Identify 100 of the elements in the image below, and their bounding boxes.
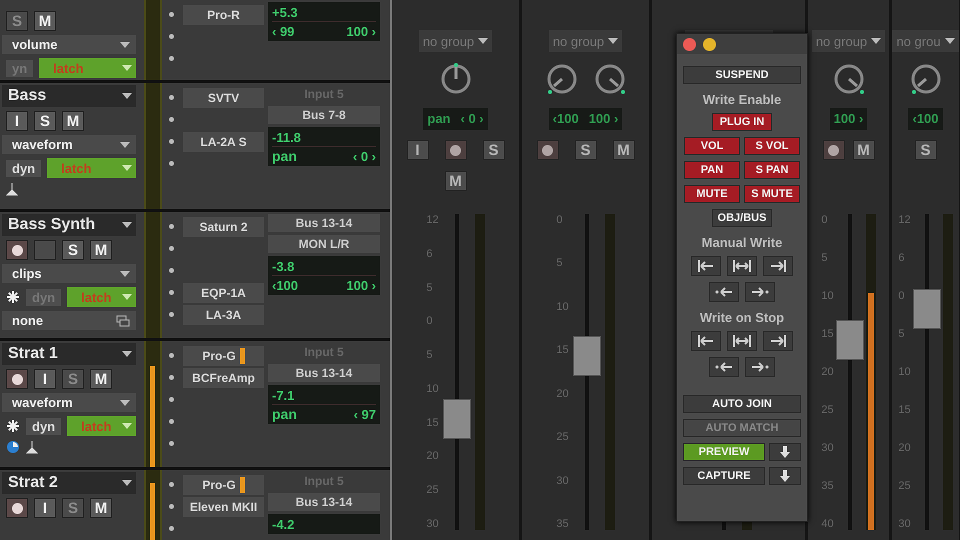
io-selector[interactable]: Bus 13-14 (268, 493, 380, 511)
m-button[interactable]: M (444, 171, 466, 191)
plugin-slot[interactable]: EQP-1A (183, 282, 264, 302)
s-button[interactable]: S (62, 240, 84, 260)
track-name: Bass Synth (8, 216, 96, 234)
auto-join-button[interactable]: AUTO JOIN (683, 395, 801, 413)
track-name-field[interactable]: Bass (2, 85, 136, 107)
down-arrow-button[interactable] (769, 443, 801, 461)
track-name-field[interactable]: Strat 1 (2, 343, 136, 365)
pan-value: ‹ 0 › (352, 148, 376, 164)
write-mode-button[interactable] (763, 256, 793, 276)
i-button[interactable]: I (406, 140, 428, 160)
caret-icon (608, 38, 618, 44)
write-mode-button[interactable] (709, 282, 739, 302)
s-button[interactable]: S (482, 140, 504, 160)
fader-handle[interactable] (836, 320, 864, 360)
plugin-slot[interactable]: LA-2A S (183, 132, 264, 152)
caret-icon (120, 400, 130, 406)
m-button[interactable]: M (34, 11, 56, 31)
down-arrow-button[interactable] (769, 467, 801, 485)
m-button[interactable]: M (90, 498, 112, 518)
fader-handle[interactable] (912, 288, 941, 329)
write-mode-button[interactable] (709, 357, 739, 377)
view-dropdown[interactable]: volume (2, 35, 136, 54)
record-button[interactable] (822, 140, 844, 160)
write-mode-button[interactable] (691, 256, 721, 276)
group-dropdown[interactable]: none (2, 311, 136, 330)
slot-dot-icon (169, 419, 174, 424)
write-enable-button[interactable]: S VOL (744, 137, 800, 155)
s-button[interactable]: S (574, 140, 596, 160)
s-button[interactable]: S (34, 111, 56, 131)
i-button[interactable]: I (34, 498, 56, 518)
scale-number: 30 (898, 518, 911, 530)
scale-number: 5 (426, 282, 434, 294)
pan-label: pan (272, 148, 297, 164)
caret-icon (122, 423, 132, 429)
plugin-slot[interactable]: SVTV (183, 88, 264, 108)
write-mode-button[interactable] (745, 282, 775, 302)
plugin-slot[interactable]: Pro-G (183, 474, 264, 494)
write-mode-button[interactable] (745, 357, 775, 377)
minimize-button[interactable] (703, 38, 716, 50)
capture-button[interactable]: CAPTURE (683, 467, 765, 485)
dyn-button[interactable]: dyn (26, 418, 62, 434)
double-arrow-icon (732, 258, 752, 274)
s-button[interactable]: S (914, 140, 936, 160)
suspend-button[interactable]: SUSPEND (683, 66, 801, 84)
m-button[interactable]: M (852, 140, 874, 160)
m-button[interactable]: M (612, 140, 634, 160)
slot-dot-icon (169, 56, 174, 61)
caret-icon (478, 38, 488, 44)
record-button[interactable] (444, 140, 466, 160)
fader-handle[interactable] (442, 399, 471, 440)
caret-icon (122, 165, 132, 171)
i-button[interactable]: I (34, 369, 56, 389)
m-button[interactable]: M (90, 369, 112, 389)
section-heading: Write Enable (702, 92, 782, 107)
write-mode-button[interactable] (727, 331, 757, 351)
fader-handle[interactable] (572, 336, 601, 376)
record-button[interactable] (6, 369, 28, 389)
m-button[interactable]: M (62, 111, 84, 131)
scale-number: 10 (556, 300, 569, 313)
plugin-slot[interactable]: Pro-R (183, 4, 264, 24)
write-enable-button[interactable]: S PAN (744, 161, 800, 179)
write-enable-button[interactable]: PAN (684, 161, 740, 179)
windows-icon (116, 314, 130, 326)
write-enable-button[interactable]: PLUG IN (712, 113, 772, 131)
i-button[interactable]: I (6, 111, 28, 131)
write-enable-button[interactable]: VOL (684, 137, 740, 155)
close-button[interactable] (683, 38, 696, 50)
plugin-slot[interactable]: Saturn 2 (183, 216, 264, 236)
scale-number: 30 (426, 518, 439, 530)
track-name-field[interactable]: Strat 2 (2, 472, 136, 494)
plugin-slot[interactable]: Pro-G (183, 346, 264, 366)
record-button[interactable] (6, 498, 28, 518)
scale-number: 25 (426, 484, 439, 496)
view-dropdown[interactable]: clips (2, 264, 136, 283)
io-selector[interactable]: Bus 13-14 (268, 364, 380, 382)
track-name-field[interactable]: Bass Synth (2, 214, 136, 236)
write-mode-button[interactable] (691, 331, 721, 351)
view-dropdown[interactable]: waveform (2, 393, 136, 412)
view-dropdown[interactable]: waveform (2, 135, 136, 154)
write-enable-button[interactable]: OBJ/BUS (712, 209, 772, 227)
caret-icon (871, 38, 882, 44)
record-button[interactable] (6, 240, 28, 260)
write-enable-button[interactable]: MUTE (684, 185, 740, 203)
io-selector[interactable]: Bus 7-8 (268, 106, 380, 124)
write-enable-button[interactable]: S MUTE (744, 185, 800, 203)
track-name: Strat 2 (8, 474, 58, 492)
plugin-slot[interactable]: BCFreAmp (183, 368, 264, 388)
io-selector[interactable]: Bus 13-14 (268, 214, 380, 232)
dyn-button[interactable]: dyn (6, 160, 42, 176)
m-button[interactable]: M (90, 240, 112, 260)
io-selector[interactable]: MON L/R (268, 235, 380, 253)
slot-dot-icon (169, 504, 174, 509)
caret-icon (122, 65, 132, 71)
plugin-slot[interactable]: Eleven MKII (183, 496, 264, 516)
write-mode-button[interactable] (763, 331, 793, 351)
plugin-slot[interactable]: LA-3A (183, 304, 264, 324)
record-button[interactable] (536, 140, 558, 160)
write-mode-button[interactable] (727, 256, 757, 276)
